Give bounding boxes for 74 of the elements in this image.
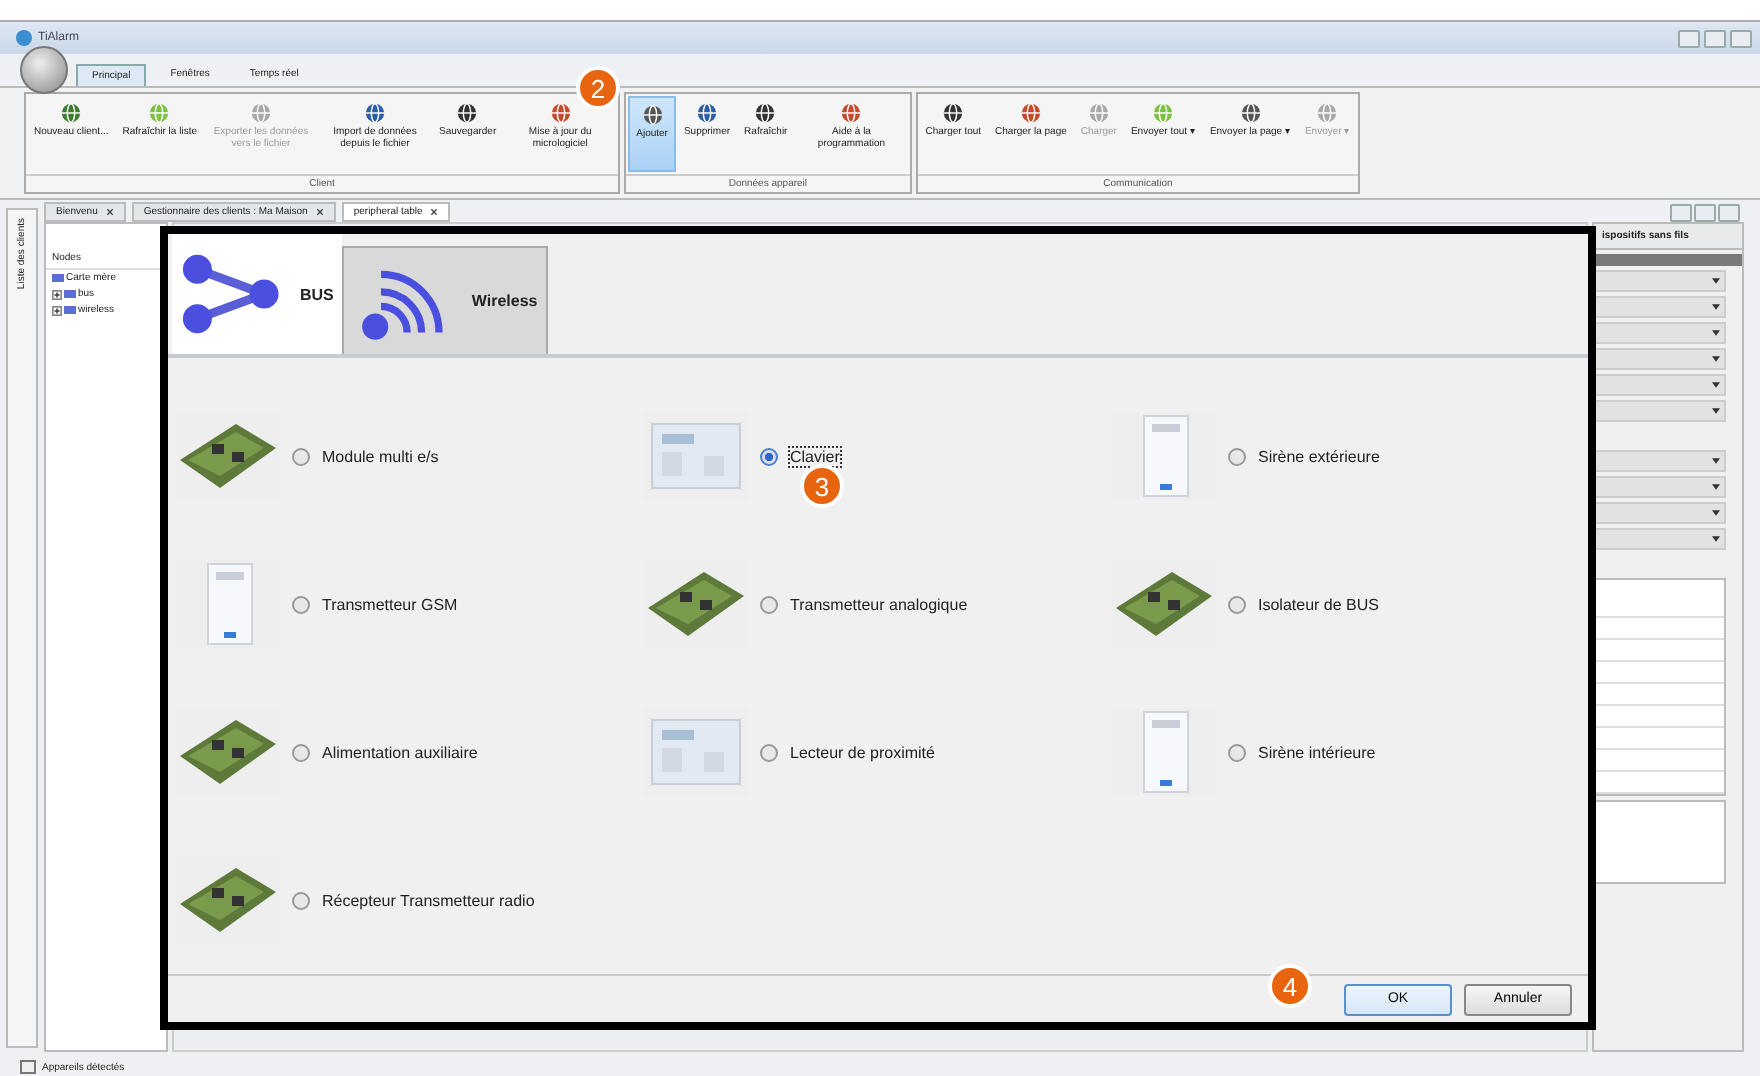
- dropdown[interactable]: [1594, 450, 1726, 472]
- dropdown[interactable]: [1594, 528, 1726, 550]
- caret-icon: [1712, 536, 1720, 542]
- devices-icon: [20, 1060, 36, 1074]
- radio-button[interactable]: [760, 447, 778, 465]
- dropdown[interactable]: [1594, 296, 1726, 318]
- caret-icon: [1712, 408, 1720, 414]
- scroll-left-button[interactable]: [1670, 203, 1692, 221]
- dropdown[interactable]: [1594, 348, 1726, 370]
- radio-button[interactable]: [292, 595, 310, 613]
- globe-icon: [1239, 102, 1262, 124]
- radio-button[interactable]: [760, 743, 778, 761]
- globe-icon: [549, 102, 572, 124]
- globe-icon: [1019, 102, 1042, 124]
- globe-icon: [696, 102, 718, 124]
- device-label[interactable]: Transmetteur analogique: [790, 595, 968, 613]
- caret-icon: [1712, 278, 1720, 284]
- device-type-tab[interactable]: Wireless: [341, 246, 548, 354]
- globe-icon: [942, 102, 965, 124]
- caret-icon: [1712, 330, 1720, 336]
- device-label[interactable]: Isolateur de BUS: [1258, 595, 1379, 613]
- dropdown[interactable]: [1594, 270, 1726, 292]
- radio-button[interactable]: [760, 595, 778, 613]
- node-icon: [64, 290, 76, 298]
- app-icon: [16, 30, 32, 46]
- dropdown[interactable]: [1594, 322, 1726, 344]
- radio-button[interactable]: [292, 743, 310, 761]
- caret-icon: [1712, 382, 1720, 388]
- dropdown[interactable]: [1594, 502, 1726, 524]
- globe-icon: [148, 102, 171, 124]
- minimize-button[interactable]: [1678, 29, 1700, 47]
- globe-icon: [363, 102, 386, 124]
- caret-icon: [1712, 304, 1720, 310]
- device-label[interactable]: Sirène extérieure: [1258, 447, 1380, 465]
- device-label[interactable]: Alimentation auxiliaire: [322, 743, 478, 761]
- device-type-tab[interactable]: BUS: [172, 234, 342, 354]
- maximize-button[interactable]: [1704, 29, 1726, 47]
- close-icon[interactable]: [315, 208, 324, 216]
- close-button[interactable]: [1730, 29, 1752, 47]
- device-label[interactable]: Lecteur de proximité: [790, 743, 935, 761]
- globe-icon: [641, 104, 664, 126]
- globe-icon: [60, 102, 83, 124]
- device-label[interactable]: Récepteur Transmetteur radio: [322, 891, 535, 909]
- caret-icon: [1712, 356, 1720, 362]
- caret-icon: [1712, 458, 1720, 464]
- dropdown[interactable]: [1594, 374, 1726, 396]
- expand-icon[interactable]: [52, 305, 62, 315]
- device-label[interactable]: Sirène intérieure: [1258, 743, 1376, 761]
- node-icon: [52, 274, 64, 282]
- globe-icon: [1152, 102, 1175, 124]
- globe-icon: [840, 102, 863, 124]
- radio-button[interactable]: [292, 447, 310, 465]
- globe-icon: [1087, 102, 1110, 124]
- device-label[interactable]: Clavier: [790, 447, 840, 465]
- radio-button[interactable]: [1228, 743, 1246, 761]
- dropdown[interactable]: [1594, 400, 1726, 422]
- globe-icon: [249, 102, 272, 124]
- caret-icon: [1712, 510, 1720, 516]
- radio-button[interactable]: [1228, 595, 1246, 613]
- device-label[interactable]: Transmetteur GSM: [322, 595, 458, 613]
- radio-button[interactable]: [292, 891, 310, 909]
- scroll-right-button[interactable]: [1694, 203, 1716, 221]
- close-icon[interactable]: [105, 208, 114, 216]
- node-icon: [64, 306, 76, 314]
- radio-button[interactable]: [1228, 447, 1246, 465]
- caret-icon: [1712, 484, 1720, 490]
- dropdown[interactable]: [1594, 476, 1726, 498]
- globe-icon: [754, 102, 777, 124]
- close-icon[interactable]: [430, 208, 439, 216]
- close-button[interactable]: [1718, 203, 1740, 221]
- globe-icon: [456, 102, 479, 124]
- globe-icon: [1316, 102, 1339, 124]
- expand-icon[interactable]: [52, 289, 62, 299]
- device-label[interactable]: Module multi e/s: [322, 447, 439, 465]
